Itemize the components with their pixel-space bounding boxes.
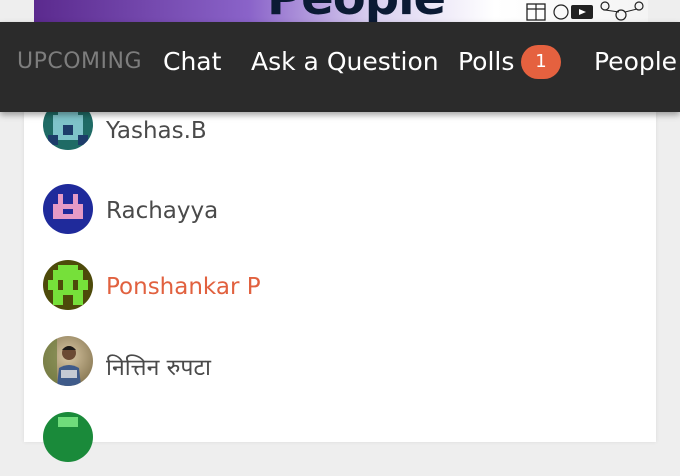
person-name: Yashas.B (106, 118, 207, 144)
tab-chat[interactable]: Chat (163, 22, 221, 102)
tab-bar: UPCOMING Chat Ask a Question Polls 1 Peo… (0, 22, 680, 112)
tab-upcoming[interactable]: UPCOMING (17, 22, 142, 102)
avatar (43, 336, 93, 386)
tab-ask-a-question[interactable]: Ask a Question (251, 22, 439, 102)
person-name: Ponshankar P (106, 274, 261, 300)
banner-title: People (267, 0, 446, 22)
tab-people[interactable]: People (594, 22, 677, 102)
person-name: Rachayya (106, 198, 219, 224)
people-list: Yashas.B Rachayya Ponshankar P नित्तिन र… (24, 100, 656, 462)
avatar (43, 260, 93, 310)
banner-doodle-icons (526, 1, 644, 21)
list-item[interactable]: Ponshankar P (24, 248, 656, 324)
event-banner: People (34, 0, 648, 22)
list-item[interactable]: Rachayya (24, 172, 656, 248)
tab-polls[interactable]: Polls (458, 22, 514, 102)
person-name: नित्तिन रुपटा (106, 355, 212, 381)
list-item[interactable]: नित्तिन रुपटा (24, 324, 656, 400)
list-item[interactable] (24, 400, 656, 476)
avatar (43, 184, 93, 234)
polls-count-badge: 1 (521, 45, 561, 79)
